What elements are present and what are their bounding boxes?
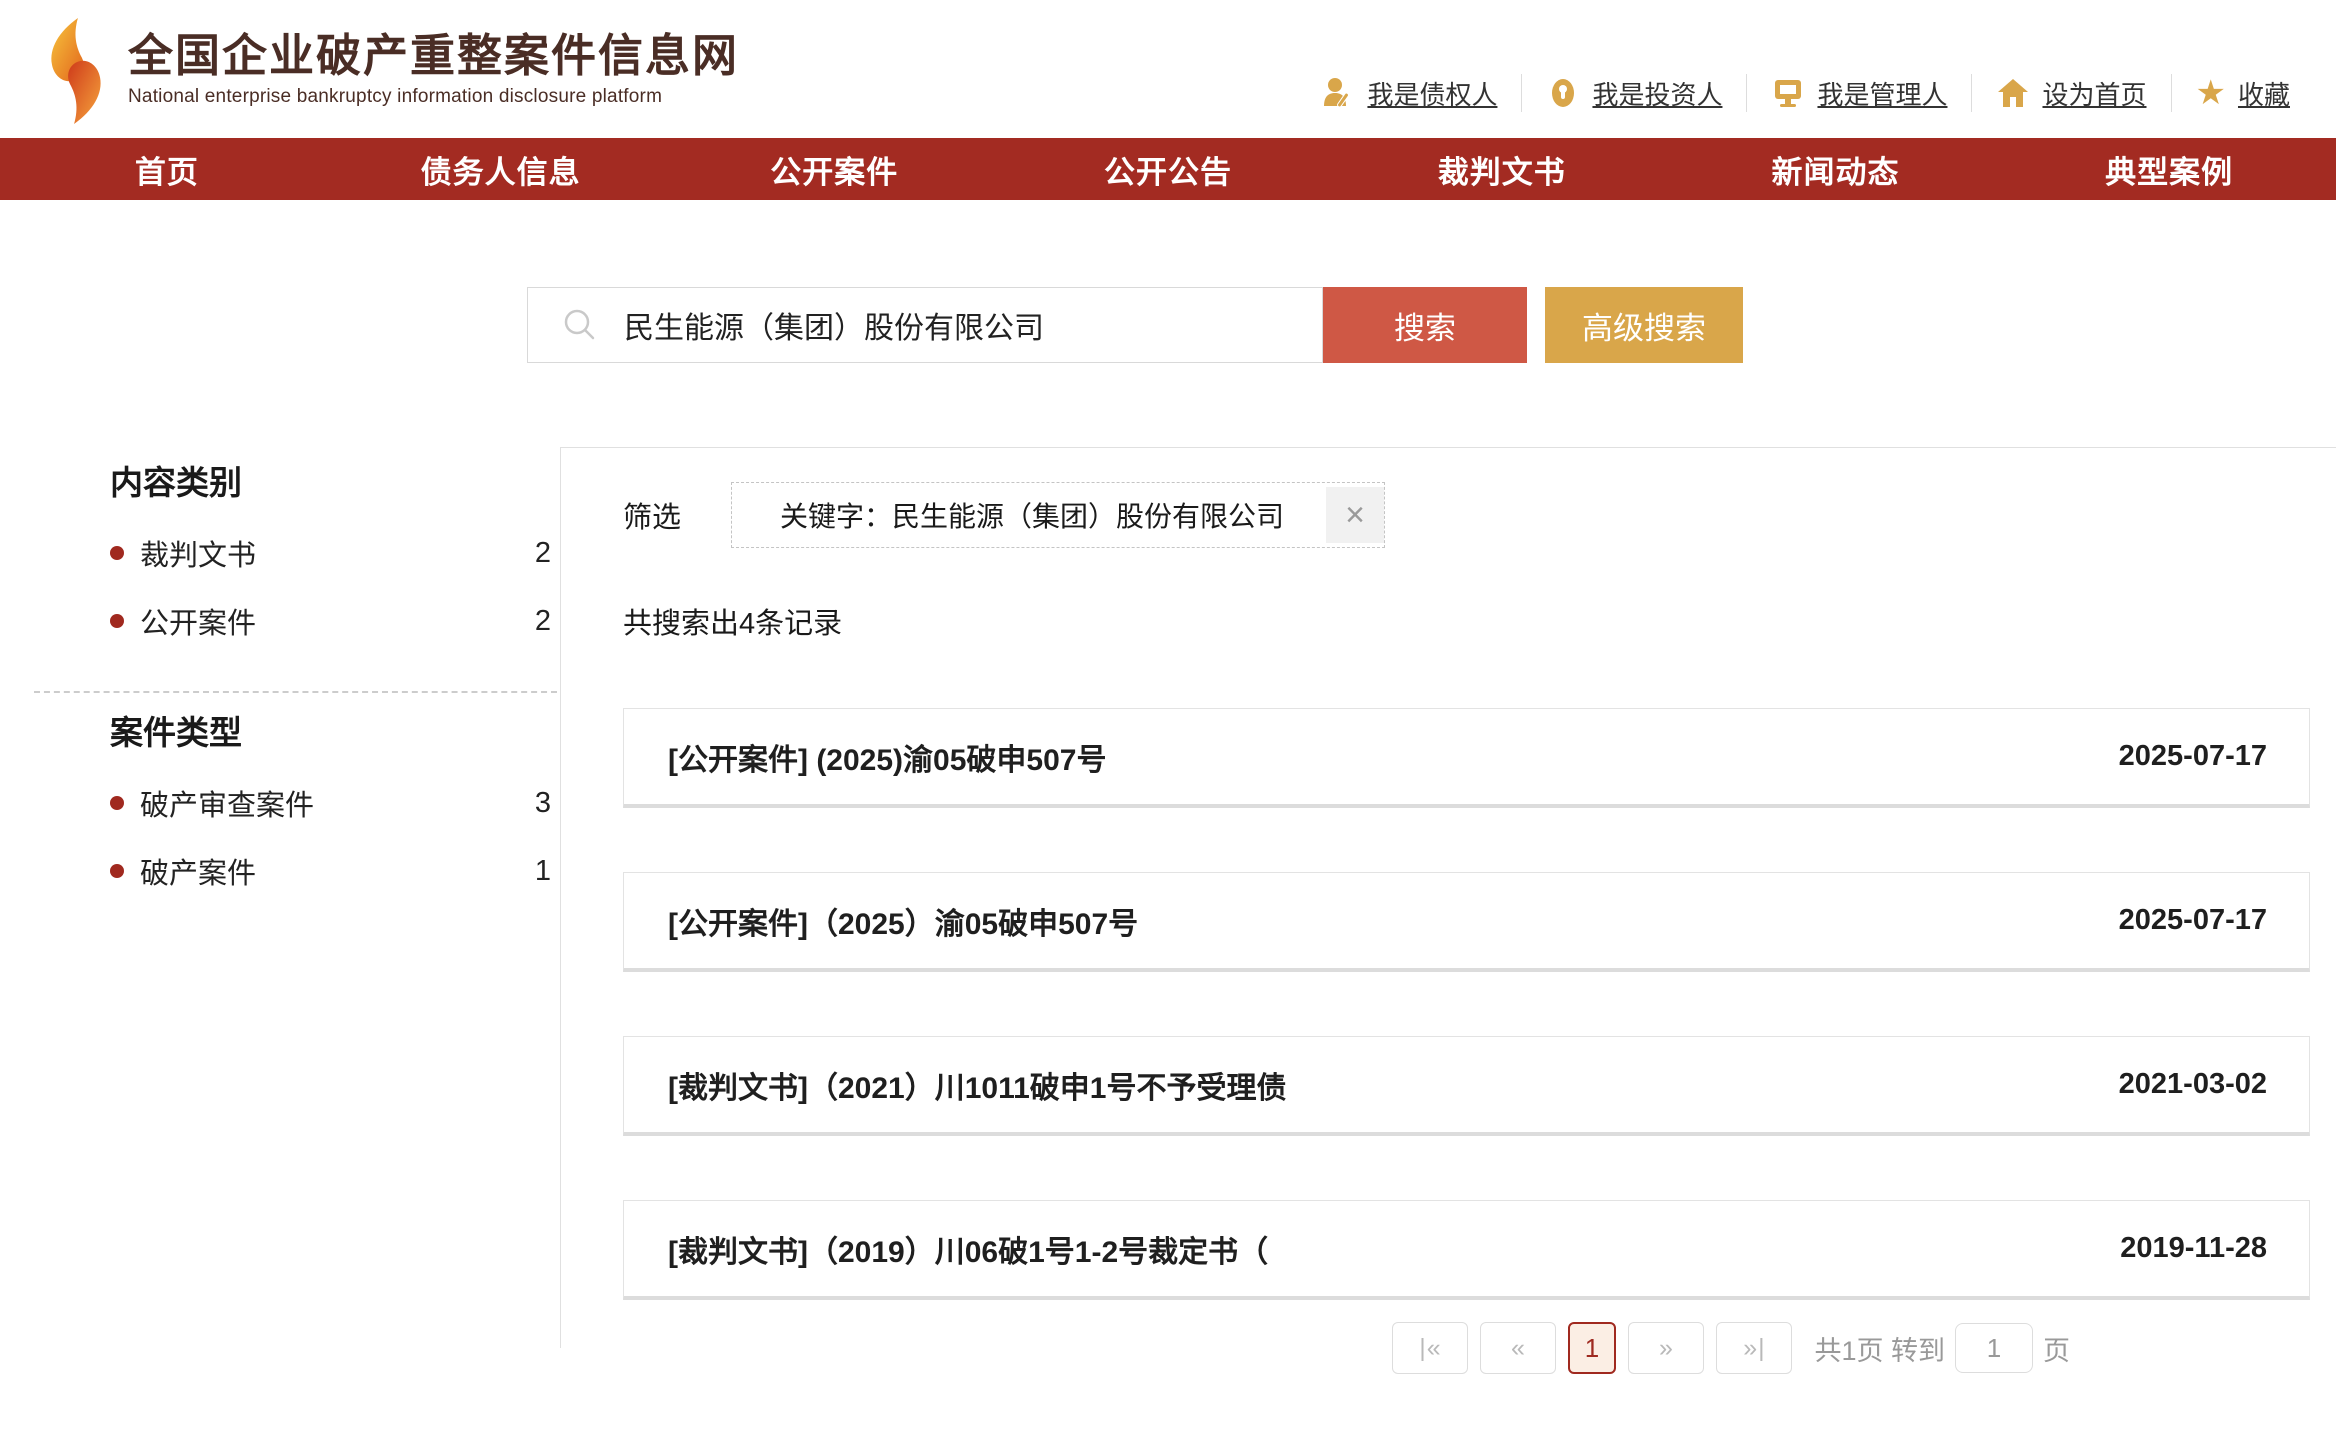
administrator-icon [1771,76,1805,110]
sidebar-item-label: 破产审查案件 [140,782,314,824]
divider [1746,74,1747,112]
results-panel: 筛选 关键字：民生能源（集团）股份有限公司 × 共搜索出4条记录 [公开案件] … [560,447,2336,1348]
pagination-prev-button[interactable]: « [1480,1322,1556,1374]
nav-item-news[interactable]: 新闻动态 [1669,147,2003,192]
link-set-homepage-label: 设为首页 [2042,75,2146,112]
sidebar-section-case-type: 案件类型 破产审查案件 3 破产案件 1 [110,711,551,891]
creditor-icon [1321,76,1355,110]
link-investor-label: 我是投资人 [1592,75,1722,112]
nav-item-public-cases[interactable]: 公开案件 [667,147,1001,192]
sidebar-item-bankruptcy-cases[interactable]: 破产案件 1 [110,851,551,891]
pagination-page-suffix: 页 [2043,1329,2070,1368]
divider [1971,74,1972,112]
result-date: 2021-03-02 [2119,1068,2267,1101]
site-logo[interactable]: 全国企业破产重整案件信息网 National enterprise bankru… [40,14,739,124]
site-title: 全国企业破产重整案件信息网 [128,30,739,82]
result-row[interactable]: [裁判文书]（2019）川06破1号1-2号裁定书（ 2019-11-28 [623,1200,2310,1300]
search-row: 搜索 高级搜索 [527,287,2336,363]
sidebar-item-bankruptcy-review-cases[interactable]: 破产审查案件 3 [110,783,551,823]
search-button[interactable]: 搜索 [1323,287,1527,363]
link-investor[interactable]: 我是投资人 [1546,75,1722,112]
sidebar-heading-case-type: 案件类型 [110,711,551,755]
sidebar-heading-content-type: 内容类别 [110,461,551,505]
bullet-icon [110,614,124,628]
result-title: [公开案件] (2025)渝05破申507号 [668,735,1106,779]
nav-item-debtor-info[interactable]: 债务人信息 [334,147,668,192]
main-nav: 首页 债务人信息 公开案件 公开公告 裁判文书 新闻动态 典型案例 [0,138,2336,200]
link-set-homepage[interactable]: 设为首页 [1996,75,2146,112]
result-row[interactable]: [公开案件]（2025）渝05破申507号 2025-07-17 [623,872,2310,972]
bullet-icon [110,864,124,878]
filter-chip-text: 关键字：民生能源（集团）股份有限公司 [780,495,1284,535]
sidebar-item-count: 2 [535,537,551,570]
pagination-total-text: 共1页 转到 [1814,1329,1945,1368]
link-favorite-label: 收藏 [2238,75,2290,112]
user-links: 我是债权人 我是投资人 我是管理人 [1321,74,2290,112]
page: 全国企业破产重整案件信息网 National enterprise bankru… [0,0,2336,1432]
nav-item-judgment-documents[interactable]: 裁判文书 [1335,147,1669,192]
nav-item-public-notices[interactable]: 公开公告 [1001,147,1335,192]
sidebar-item-label: 公开案件 [140,600,256,642]
bullet-icon [110,546,124,560]
pagination-first-button[interactable]: |« [1392,1322,1468,1374]
pagination: |« « 1 » »| 共1页 转到 页 [623,1322,2070,1374]
link-favorite[interactable]: ★ 收藏 [2196,75,2291,112]
search-icon [562,307,598,343]
flame-logo-icon [40,18,112,124]
sidebar-item-label: 裁判文书 [140,532,256,574]
pagination-goto-input[interactable] [1955,1323,2033,1373]
sidebar: 内容类别 裁判文书 2 公开案件 2 案件类型 破产审查案件 3 [0,447,560,1348]
sidebar-section-content-type: 内容类别 裁判文书 2 公开案件 2 [110,461,551,641]
result-date: 2025-07-17 [2119,740,2267,773]
content: 内容类别 裁判文书 2 公开案件 2 案件类型 破产审查案件 3 [0,447,2336,1348]
filter-chip-close-button[interactable]: × [1326,487,1384,543]
site-subtitle: National enterprise bankruptcy informati… [128,86,739,108]
logo-text: 全国企业破产重整案件信息网 National enterprise bankru… [128,30,739,108]
pagination-page-1-button[interactable]: 1 [1568,1322,1616,1374]
result-row[interactable]: [裁判文书]（2021）川1011破申1号不予受理债 2021-03-02 [623,1036,2310,1136]
result-row[interactable]: [公开案件] (2025)渝05破申507号 2025-07-17 [623,708,2310,808]
sidebar-item-judgment-documents[interactable]: 裁判文书 2 [110,533,551,573]
pagination-next-button[interactable]: » [1628,1322,1704,1374]
pagination-last-button[interactable]: »| [1716,1322,1792,1374]
filter-row: 筛选 关键字：民生能源（集团）股份有限公司 × [623,482,2310,548]
search-box [527,287,1323,363]
link-administrator-label: 我是管理人 [1817,75,1947,112]
bullet-icon [110,796,124,810]
divider [2171,74,2172,112]
link-creditor-label: 我是债权人 [1367,75,1497,112]
investor-icon [1546,76,1580,110]
header: 全国企业破产重整案件信息网 National enterprise bankru… [0,0,2336,138]
filter-label: 筛选 [623,494,681,536]
star-icon: ★ [2196,76,2226,110]
sidebar-item-count: 2 [535,605,551,638]
sidebar-item-count: 3 [535,787,551,820]
divider [1521,74,1522,112]
search-input[interactable] [624,290,1322,360]
sidebar-item-count: 1 [535,855,551,888]
close-icon: × [1345,498,1365,532]
sidebar-item-public-cases[interactable]: 公开案件 2 [110,601,551,641]
link-administrator[interactable]: 我是管理人 [1771,75,1947,112]
advanced-search-button[interactable]: 高级搜索 [1545,287,1743,363]
nav-item-typical-cases[interactable]: 典型案例 [2002,147,2336,192]
filter-chip: 关键字：民生能源（集团）股份有限公司 × [731,482,1385,548]
home-icon [1996,76,2030,110]
link-creditor[interactable]: 我是债权人 [1321,75,1497,112]
sidebar-divider [34,691,557,693]
result-title: [裁判文书]（2021）川1011破申1号不予受理债 [668,1063,1287,1107]
result-title: [公开案件]（2025）渝05破申507号 [668,899,1138,943]
result-date: 2025-07-17 [2119,904,2267,937]
result-title: [裁判文书]（2019）川06破1号1-2号裁定书（ [668,1227,1268,1271]
sidebar-item-label: 破产案件 [140,850,256,892]
nav-item-home[interactable]: 首页 [0,147,334,192]
result-date: 2019-11-28 [2120,1232,2267,1265]
result-summary: 共搜索出4条记录 [623,604,2310,644]
